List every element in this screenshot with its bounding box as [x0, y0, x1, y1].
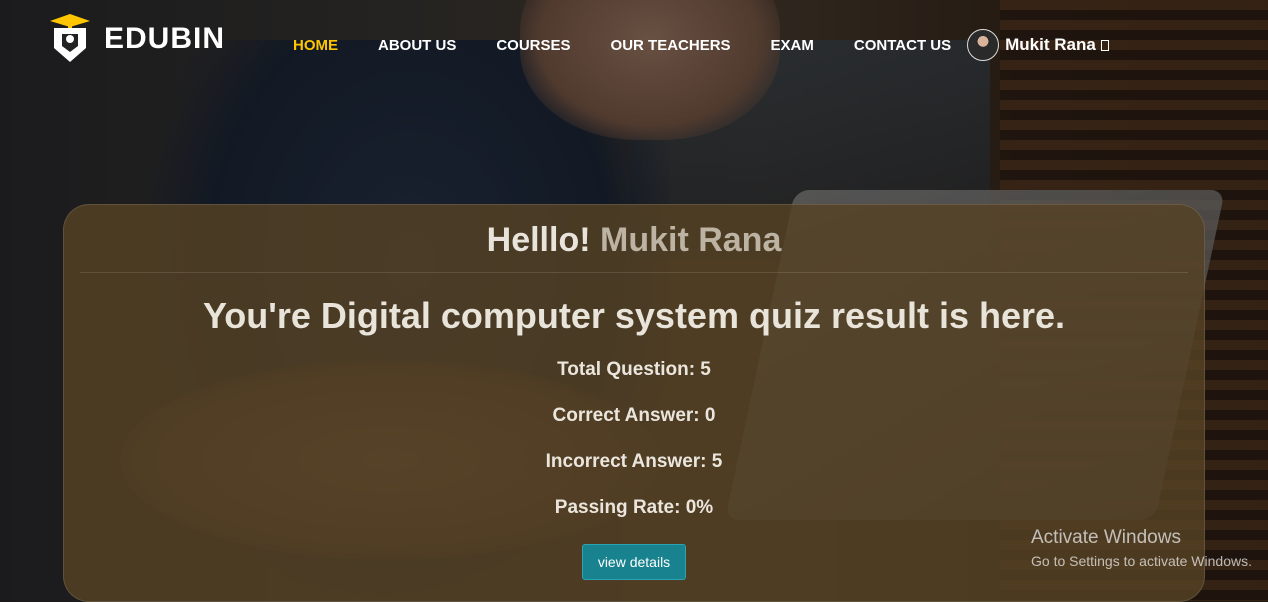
- brand-logo[interactable]: EDUBIN: [48, 14, 225, 64]
- nav-contact-us[interactable]: CONTACT US: [854, 37, 951, 54]
- nav-exam[interactable]: EXAM: [771, 37, 814, 54]
- graduation-cap-icon: [48, 14, 92, 64]
- divider: [80, 272, 1188, 273]
- result-title: You're Digital computer system quiz resu…: [202, 295, 1066, 336]
- nav-courses[interactable]: COURSES: [496, 37, 570, 54]
- watermark-subtitle: Go to Settings to activate Windows.: [1031, 553, 1252, 569]
- greeting-name: Mukit Rana: [600, 221, 782, 259]
- site-header: EDUBIN HOME ABOUT US COURSES OUR TEACHER…: [0, 0, 1268, 78]
- view-details-button[interactable]: view details: [582, 544, 686, 580]
- windows-activation-watermark: Activate Windows Go to Settings to activ…: [1031, 527, 1252, 569]
- user-menu[interactable]: Mukit Rana: [967, 29, 1109, 61]
- correct-answer: Correct Answer: 0: [552, 405, 716, 426]
- avatar: [967, 29, 1000, 61]
- total-question: Total Question: 5: [557, 359, 711, 380]
- user-name: Mukit Rana: [1005, 35, 1096, 54]
- nav-about-us[interactable]: ABOUT US: [378, 37, 456, 54]
- greeting-text: Helllo!: [486, 221, 591, 259]
- nav-our-teachers[interactable]: OUR TEACHERS: [611, 37, 731, 54]
- nav-home[interactable]: HOME: [293, 37, 338, 54]
- greeting-heading: Helllo! Mukit Rana: [64, 221, 1204, 260]
- watermark-title: Activate Windows: [1031, 527, 1181, 548]
- passing-rate: Passing Rate: 0%: [554, 497, 714, 518]
- brand-name: EDUBIN: [104, 22, 226, 55]
- main-nav: HOME ABOUT US COURSES OUR TEACHERS EXAM …: [293, 29, 1109, 61]
- incorrect-answer: Incorrect Answer: 5: [545, 451, 723, 472]
- dropdown-caret-icon: [1100, 39, 1109, 51]
